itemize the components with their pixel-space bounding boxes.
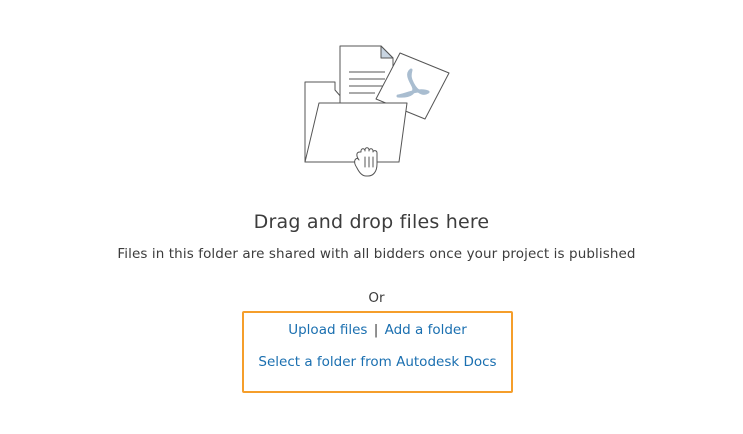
upload-files-link[interactable]: Upload files — [288, 322, 367, 338]
drop-zone-subtitle: Files in this folder are shared with all… — [117, 246, 636, 262]
folder-front-icon — [304, 102, 408, 163]
select-autodesk-docs-folder-link[interactable]: Select a folder from Autodesk Docs — [258, 354, 496, 370]
grab-hand-icon — [354, 147, 378, 177]
add-folder-link[interactable]: Add a folder — [385, 322, 467, 338]
upload-options-box: Upload files | Add a folder Select a fol… — [242, 311, 513, 393]
drop-zone-illustration — [0, 0, 743, 200]
drop-zone-title: Drag and drop files here — [253, 211, 490, 233]
link-separator: | — [373, 322, 379, 338]
upload-options-row: Upload files | Add a folder — [244, 322, 511, 338]
autodesk-docs-row: Select a folder from Autodesk Docs — [244, 354, 511, 370]
or-label: Or — [368, 290, 385, 306]
